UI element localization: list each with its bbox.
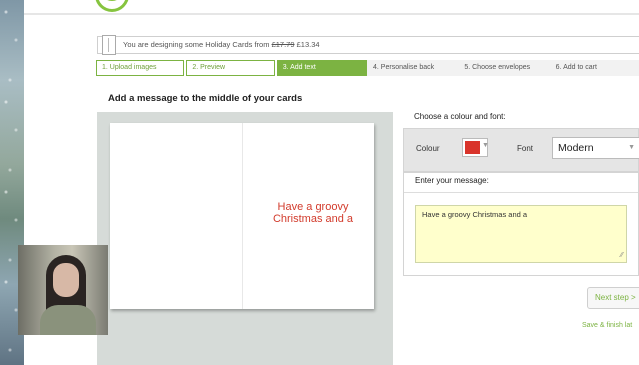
- font-label: Font: [517, 144, 534, 153]
- designing-bar: You are designing some Holiday Cards fro…: [97, 35, 639, 55]
- colour-picker[interactable]: ▼: [462, 138, 489, 157]
- next-step-button[interactable]: Next step >: [587, 287, 639, 309]
- card-fold: [242, 123, 243, 309]
- colour-swatch: [465, 141, 480, 154]
- step-tabs: 1. Upload images 2. Preview 3. Add text …: [96, 60, 639, 76]
- colour-label: Colour: [416, 144, 440, 153]
- options-panel: Choose a colour and font: Colour ▼ Font …: [403, 108, 639, 276]
- card-message: Have a groovy Christmas and a: [258, 201, 368, 225]
- cards-icon: [102, 35, 116, 55]
- designing-text: You are designing some Holiday Cards fro…: [123, 40, 320, 49]
- font-select[interactable]: Modern ▼: [552, 137, 639, 159]
- step-preview[interactable]: 2. Preview: [186, 60, 275, 76]
- step-choose-envelopes[interactable]: 5. Choose envelopes: [458, 60, 550, 76]
- message-panel: Enter your message: Have a groovy Christ…: [403, 172, 639, 276]
- step-upload-images[interactable]: 1. Upload images: [96, 60, 185, 76]
- font-select-value: Modern: [558, 142, 594, 154]
- card-message-line2: Christmas and a: [272, 213, 354, 225]
- card-message-line1: Have a groovy: [277, 201, 349, 213]
- colour-font-heading: Choose a colour and font:: [414, 112, 506, 121]
- card-preview-panel: Have a groovy Christmas and a: [97, 112, 393, 365]
- divider: [404, 192, 638, 193]
- dropdown-arrow-icon: ▼: [628, 144, 635, 151]
- new-price: £13.34: [294, 40, 320, 49]
- step-add-text[interactable]: 3. Add text: [276, 60, 368, 76]
- colour-font-row: Colour ▼ Font Modern ▼: [403, 128, 639, 172]
- webcam-overlay: [18, 245, 108, 335]
- message-textarea[interactable]: Have a groovy Christmas and a ⁄⁄: [415, 205, 627, 263]
- step-add-to-cart[interactable]: 6. Add to cart: [549, 60, 639, 76]
- step-personalise-back[interactable]: 4. Personalise back: [367, 60, 459, 76]
- old-price: £17.79: [271, 40, 295, 49]
- card-preview: Have a groovy Christmas and a: [110, 123, 374, 309]
- resize-handle-icon[interactable]: ⁄⁄: [621, 252, 623, 259]
- save-finish-later-link[interactable]: Save & finish lat: [582, 322, 632, 329]
- message-text: Have a groovy Christmas and a: [422, 210, 528, 219]
- dropdown-arrow-icon: ▼: [482, 142, 489, 149]
- page-title: Add a message to the middle of your card…: [108, 93, 303, 104]
- message-label: Enter your message:: [415, 176, 489, 185]
